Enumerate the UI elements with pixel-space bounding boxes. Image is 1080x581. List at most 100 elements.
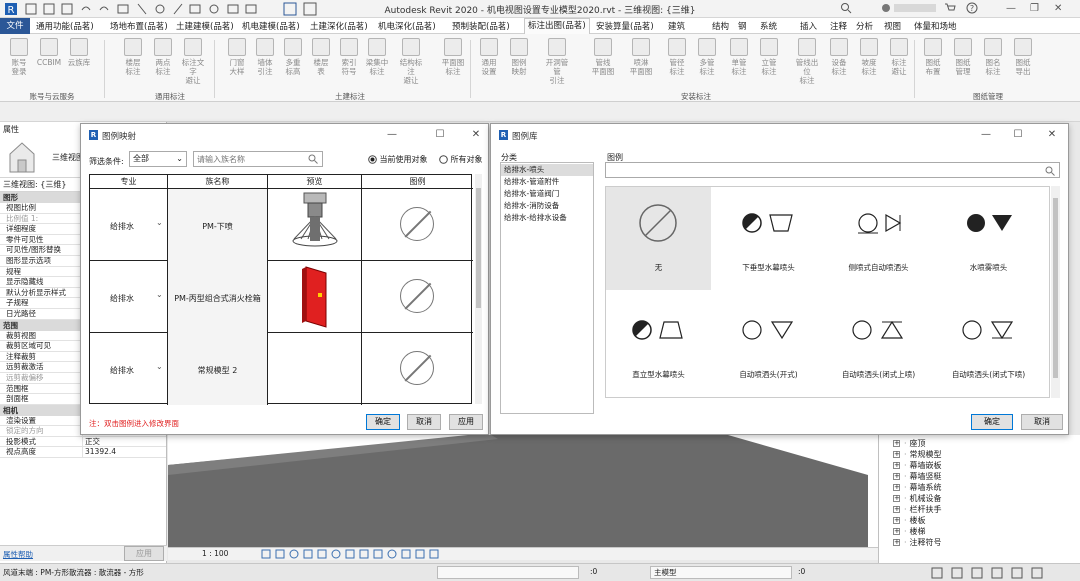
minimize-icon[interactable]: — xyxy=(977,127,995,143)
legend-item[interactable]: 下垂型水幕喷头 xyxy=(716,187,821,290)
mapping-table-row[interactable]: 给排水 ⌄ PM-下喷 xyxy=(90,189,473,261)
no-legend-icon[interactable] xyxy=(400,351,434,385)
category-item[interactable]: 给排水-管道阀门 xyxy=(501,188,593,200)
legend-item[interactable]: 自动喷洒头(闭式下喷) xyxy=(936,294,1041,397)
category-item[interactable]: 给排水-消防设备 xyxy=(501,200,593,212)
legend-search-box[interactable] xyxy=(605,162,1060,178)
ribbon-tab[interactable]: 系统 xyxy=(760,20,777,32)
cart-icon[interactable] xyxy=(944,2,956,16)
family-search-input[interactable] xyxy=(194,152,302,166)
ribbon-button[interactable]: 开洞管管 引注 xyxy=(544,38,570,85)
browser-tree-item[interactable]: + · 注释符号 xyxy=(893,537,942,548)
ribbon-button[interactable]: 门窗 大样 xyxy=(224,38,250,76)
ribbon-button[interactable]: 结构标注 避让 xyxy=(398,38,424,85)
close-icon[interactable]: ✕ xyxy=(467,127,485,143)
library-ok-button[interactable]: 确定 xyxy=(971,414,1013,430)
expand-icon[interactable]: + xyxy=(893,451,900,458)
discipline-select[interactable]: 给排水 ⌄ xyxy=(90,261,168,333)
browser-tree-item[interactable]: + · 楼梯 xyxy=(893,526,926,537)
ribbon-button[interactable]: 管线 平面图 xyxy=(590,38,616,76)
ribbon-button[interactable]: CCBIM xyxy=(36,38,62,67)
mapping-apply-button[interactable]: 应用 xyxy=(449,414,483,430)
ribbon-button[interactable]: 两点 标注 xyxy=(150,38,176,76)
ribbon-button[interactable]: 账号 登录 xyxy=(6,38,32,76)
mapping-table-row[interactable]: 给排水 ⌄ PM-丙型组合式消火栓箱 xyxy=(90,261,473,333)
maximize-icon[interactable]: ☐ xyxy=(431,127,449,143)
expand-icon[interactable]: + xyxy=(893,484,900,491)
legend-item[interactable]: 自动喷洒头(开式) xyxy=(716,294,821,397)
ribbon-button[interactable]: 喷淋 平面图 xyxy=(628,38,654,76)
ribbon-button[interactable]: 索引 符号 xyxy=(336,38,362,76)
expand-icon[interactable]: + xyxy=(893,539,900,546)
legend-gallery-scrollbar[interactable] xyxy=(1051,186,1060,398)
expand-icon[interactable]: + xyxy=(893,506,900,513)
legend-item[interactable]: 无 xyxy=(606,187,711,290)
browser-tree-item[interactable]: + · 幕墙竖梃 xyxy=(893,471,942,482)
mapping-table-row[interactable]: 给排水 ⌄ 常规模型 2 xyxy=(90,333,473,405)
ribbon-button[interactable]: 管径 标注 xyxy=(664,38,690,76)
minimize-icon[interactable]: — xyxy=(383,127,401,143)
ribbon-button[interactable]: 楼层 表 xyxy=(308,38,334,76)
ribbon-button[interactable]: 平面图 标注 xyxy=(440,38,466,76)
ribbon-tab[interactable]: 通用功能(品茗) xyxy=(36,20,94,32)
ribbon-tab[interactable]: 视图 xyxy=(884,20,901,32)
minimize-icon[interactable]: — xyxy=(1006,2,1016,16)
close-icon[interactable]: ✕ xyxy=(1043,127,1061,143)
ribbon-tab[interactable]: 结构 xyxy=(712,20,729,32)
legend-cell[interactable] xyxy=(362,333,473,405)
mapping-table-scrollbar[interactable] xyxy=(475,174,482,404)
mapping-ok-button[interactable]: 确定 xyxy=(366,414,400,430)
properties-help-link[interactable]: 属性帮助 xyxy=(3,549,33,560)
legend-cell[interactable] xyxy=(362,189,473,261)
ribbon-tab[interactable]: 建筑 xyxy=(668,20,685,32)
browser-tree-item[interactable]: + · 栏杆扶手 xyxy=(893,504,942,515)
library-cancel-button[interactable]: 取消 xyxy=(1021,414,1063,430)
ribbon-tab[interactable]: 分析 xyxy=(856,20,873,32)
ribbon-tab[interactable]: 钢 xyxy=(738,20,747,32)
ribbon-button[interactable]: 多重 标高 xyxy=(280,38,306,76)
ribbon-button[interactable]: 图纸 导出 xyxy=(1010,38,1036,76)
discipline-select[interactable]: 给排水 ⌄ xyxy=(90,333,168,405)
browser-tree-item[interactable]: + · 机械设备 xyxy=(893,493,942,504)
expand-icon[interactable]: + xyxy=(893,462,900,469)
discipline-select[interactable]: 给排水 ⌄ xyxy=(90,189,168,261)
ribbon-tab[interactable]: 土建深化(品茗) xyxy=(310,20,368,32)
ribbon-tab[interactable]: 注释 xyxy=(830,20,847,32)
ribbon-tab[interactable]: 预制装配(品茗) xyxy=(452,20,510,32)
ribbon-button[interactable]: 通用 设置 xyxy=(476,38,502,76)
expand-icon[interactable]: + xyxy=(893,517,900,524)
ribbon-button[interactable]: 管线出位 标注 xyxy=(794,38,820,85)
property-value[interactable]: 正交 xyxy=(82,436,166,447)
view-scale[interactable]: 1 : 100 xyxy=(202,549,228,558)
expand-icon[interactable]: + xyxy=(893,528,900,535)
ribbon-button[interactable]: 图名 标注 xyxy=(980,38,1006,76)
radio-all-objects[interactable]: 所有对象 xyxy=(439,154,483,165)
legend-item[interactable]: 自动喷洒头(闭式上喷) xyxy=(826,294,931,397)
ribbon-button[interactable]: 图纸 布置 xyxy=(920,38,946,76)
mapping-cancel-button[interactable]: 取消 xyxy=(407,414,441,430)
expand-icon[interactable]: + xyxy=(893,495,900,502)
ribbon-tab[interactable]: 体量和场地 xyxy=(914,20,957,32)
close-icon[interactable]: ✕ xyxy=(1054,2,1062,16)
properties-apply-button[interactable]: 应用 xyxy=(124,546,164,561)
ribbon-tab[interactable]: 标注出图(品茗) xyxy=(524,18,590,35)
no-legend-icon[interactable] xyxy=(400,207,434,241)
ribbon-tab[interactable]: 机电深化(品茗) xyxy=(378,20,436,32)
radio-current-objects[interactable]: 当前使用对象 xyxy=(368,154,428,165)
expand-icon[interactable]: + xyxy=(893,473,900,480)
3d-view-canvas[interactable]: 1 : 100 xyxy=(168,435,878,560)
ribbon-button[interactable]: 云族库 xyxy=(66,38,92,67)
selection-toggle-icons[interactable] xyxy=(930,567,1070,579)
maximize-icon[interactable]: ☐ xyxy=(1009,127,1027,143)
legend-item[interactable]: 水喷雾喷头 xyxy=(936,187,1041,290)
design-option-dropdown[interactable]: 主模型 xyxy=(650,566,792,579)
ribbon-tab[interactable]: 机电建模(品茗) xyxy=(242,20,300,32)
legend-cell[interactable] xyxy=(362,261,473,333)
ribbon-tab[interactable]: 安装算量(品茗) xyxy=(596,20,654,32)
browser-tree-item[interactable]: + · 楼板 xyxy=(893,515,926,526)
family-search-box[interactable] xyxy=(193,151,323,167)
property-value[interactable]: 31392.4 xyxy=(82,447,166,458)
search-icon[interactable] xyxy=(308,154,318,164)
filter-select[interactable]: 全部 ⌄ xyxy=(129,151,187,167)
category-item[interactable]: 给排水-管道附件 xyxy=(501,176,593,188)
